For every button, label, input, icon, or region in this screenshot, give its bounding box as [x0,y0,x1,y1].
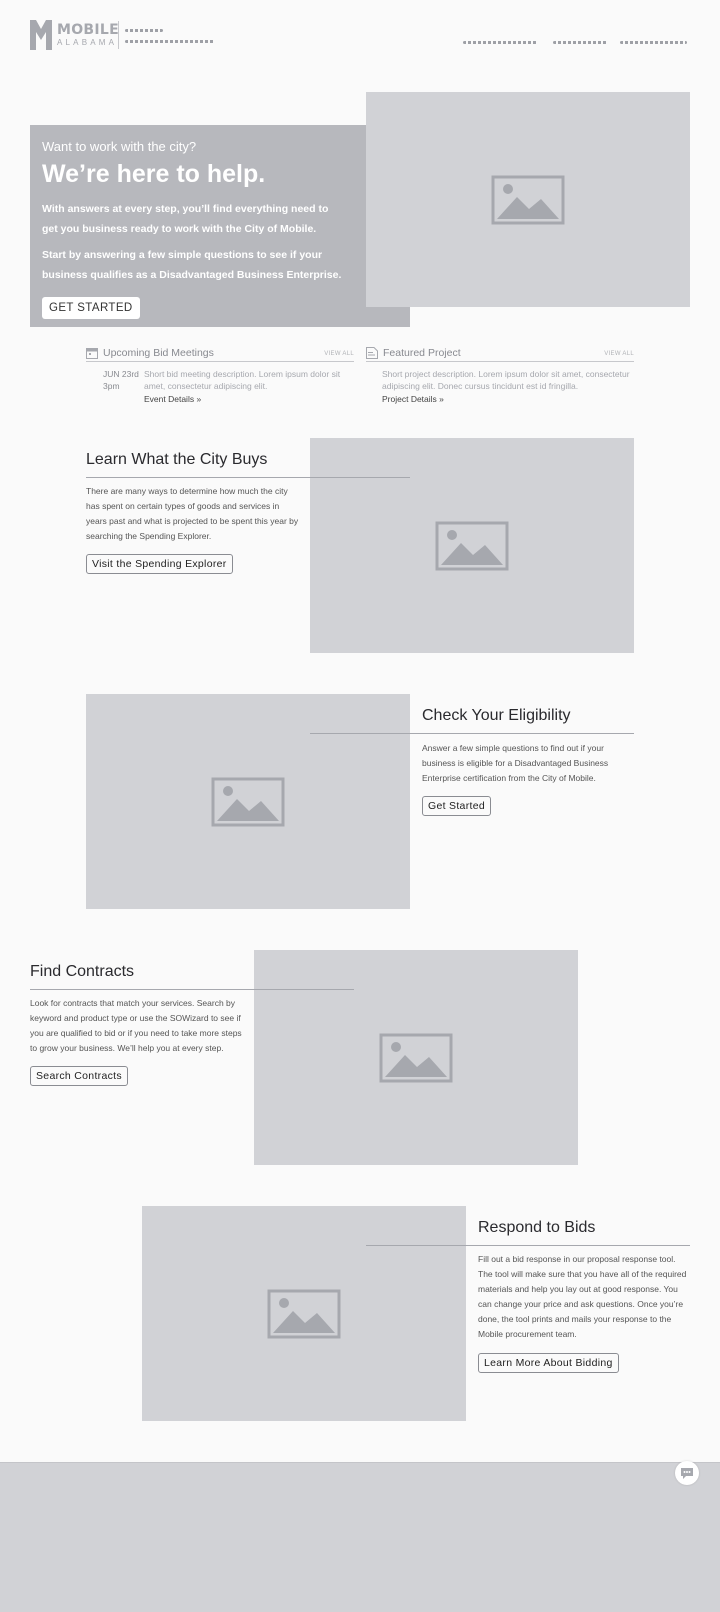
mobile-logo-icon[interactable] [30,20,52,50]
event-time: 3pm [103,381,120,391]
section-text-respond-bids: Fill out a bid response in our proposal … [478,1254,687,1339]
hero-text-2: Start by answering a few simple question… [42,249,342,281]
hero-text-1: With answers at every step, you’ll find … [42,203,329,235]
calendar-icon [86,348,98,359]
section-title-find-contracts: Find Contracts [30,963,135,980]
featured-project: Featured Project VIEW ALL Short project … [366,346,634,406]
hero-panel: Want to work with the city? We’re here t… [30,125,410,327]
image-placeholder-icon [491,175,565,224]
bid-meetings-view-all-link[interactable]: VIEW ALL [324,351,354,357]
search-contracts-button[interactable]: Search Contracts [30,1066,128,1086]
hero-image [366,92,690,307]
chat-icon [681,1468,693,1479]
hero-get-started-button[interactable]: GET STARTED [42,297,140,319]
logo-divider [118,21,119,49]
nav-link-3[interactable] [620,41,687,44]
event-day: JUN 23rd [103,369,139,379]
image-placeholder-icon [267,1289,341,1338]
section-text-city-buys: There are many ways to determine how muc… [86,486,299,541]
featured-project-view-all-link[interactable]: VIEW ALL [604,351,634,357]
event-description: Short bid meeting description. Lorem ips… [144,369,341,391]
section-title-eligibility: Check Your Eligibility [422,707,571,724]
event-date: JUN 23rd 3pm [103,368,143,392]
event-details-link[interactable]: Event Details » [144,394,201,404]
image-placeholder-icon [211,777,285,826]
section-rule-eligibility [310,733,634,734]
section-rule-city-buys [86,477,410,478]
document-icon [366,347,378,359]
visit-spending-explorer-button[interactable]: Visit the Spending Explorer [86,554,233,574]
logo-wordmark: MOBILE [57,22,119,38]
image-placeholder-icon [435,521,509,570]
section-text-eligibility: Answer a few simple questions to find ou… [422,743,609,783]
bid-meetings-title: Upcoming Bid Meetings [103,347,214,359]
find-contracts-image [254,950,578,1165]
section-rule-respond-bids [366,1245,690,1246]
featured-project-title: Featured Project [383,347,461,359]
hero-title: We’re here to help. [42,160,266,188]
section-rule-find-contracts [30,989,354,990]
nav-link-2[interactable] [553,41,607,44]
hero-kicker: Want to work with the city? [42,139,197,154]
section-title-respond-bids: Respond to Bids [478,1219,596,1236]
section-title-city-buys: Learn What the City Buys [86,451,268,468]
eligibility-get-started-button[interactable]: Get Started [422,796,491,816]
eligibility-image [86,694,410,909]
header-tagline-line-2 [125,40,215,43]
chat-button[interactable] [675,1461,699,1485]
nav-link-1[interactable] [463,41,537,44]
learn-more-bidding-button[interactable]: Learn More About Bidding [478,1353,619,1373]
footer [0,1462,720,1612]
image-placeholder-icon [379,1033,453,1082]
section-text-find-contracts: Look for contracts that match your servi… [30,998,242,1053]
project-details-link[interactable]: Project Details » [382,394,444,404]
respond-to-bids-image [142,1206,466,1421]
featured-project-header: Featured Project VIEW ALL [366,346,634,362]
logo-subtitle: ALABAMA [57,38,118,47]
spending-explorer-image [310,438,634,653]
bid-meetings-header: Upcoming Bid Meetings VIEW ALL [86,346,354,362]
upcoming-bid-meetings: Upcoming Bid Meetings VIEW ALL JUN 23rd … [86,346,354,406]
header-tagline-line-1 [125,29,163,32]
project-description: Short project description. Lorem ipsum d… [382,369,630,391]
